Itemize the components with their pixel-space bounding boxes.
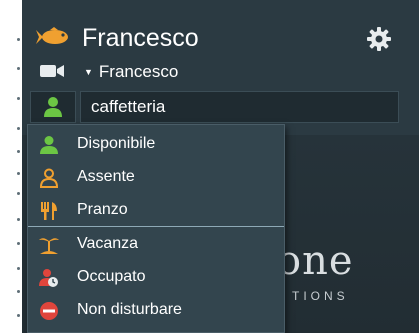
status-option-label: Assente (77, 168, 135, 185)
status-toggle-button[interactable] (30, 91, 76, 123)
user-available-icon (44, 97, 62, 117)
status-option-do-not-disturb[interactable]: Non disturbare (28, 295, 284, 327)
account-selector-label: Francesco (98, 62, 179, 81)
user-available-icon (40, 136, 58, 154)
account-selector[interactable]: ▼ Francesco (84, 62, 178, 82)
margin-dot (17, 290, 20, 293)
busy-icon (39, 269, 58, 287)
user-status-panel: one TIONS Francesco ▼ Francesco caffette… (22, 0, 419, 333)
margin-dot (17, 150, 20, 153)
status-option-label: Pranzo (77, 201, 128, 218)
background-logo-subtext: TIONS (292, 289, 349, 303)
status-option-label: Disponibile (77, 135, 156, 152)
status-option-label: Vacanza (77, 235, 139, 252)
panel-header: Francesco ▼ Francesco (22, 0, 419, 135)
margin-dot (17, 172, 20, 175)
video-camera-icon[interactable] (39, 63, 65, 79)
status-option-busy[interactable]: Occupato (28, 262, 284, 294)
margin-dot (17, 67, 20, 70)
status-dropdown-menu: Disponibile Assente Pranzo Vacanza Occup… (27, 124, 285, 333)
margin-dot (17, 97, 20, 100)
margin-dot (17, 242, 20, 245)
status-option-away[interactable]: Assente (28, 162, 284, 194)
margin-dot (17, 218, 20, 221)
status-option-label: Occupato (77, 268, 146, 285)
status-option-available[interactable]: Disponibile (28, 129, 284, 161)
margin-dot (17, 38, 20, 41)
do-not-disturb-icon (40, 302, 58, 320)
status-option-lunch[interactable]: Pranzo (28, 195, 284, 227)
vacation-icon (39, 238, 59, 254)
status-option-label: Non disturbare (77, 301, 182, 318)
status-option-vacation[interactable]: Vacanza (28, 229, 284, 261)
margin-dot (17, 127, 20, 130)
lunch-icon (41, 202, 57, 220)
margin-dot (17, 192, 20, 195)
status-message-input[interactable] (80, 91, 399, 123)
fish-icon (36, 27, 68, 44)
user-away-icon (39, 168, 59, 188)
caret-down-icon: ▼ (84, 67, 93, 77)
margin-dot (17, 267, 20, 270)
margin-dot (17, 314, 20, 317)
background-logo-text: one (277, 238, 354, 284)
page-left-margin (0, 0, 22, 333)
gear-icon[interactable] (366, 26, 392, 52)
user-name: Francesco (82, 24, 199, 52)
